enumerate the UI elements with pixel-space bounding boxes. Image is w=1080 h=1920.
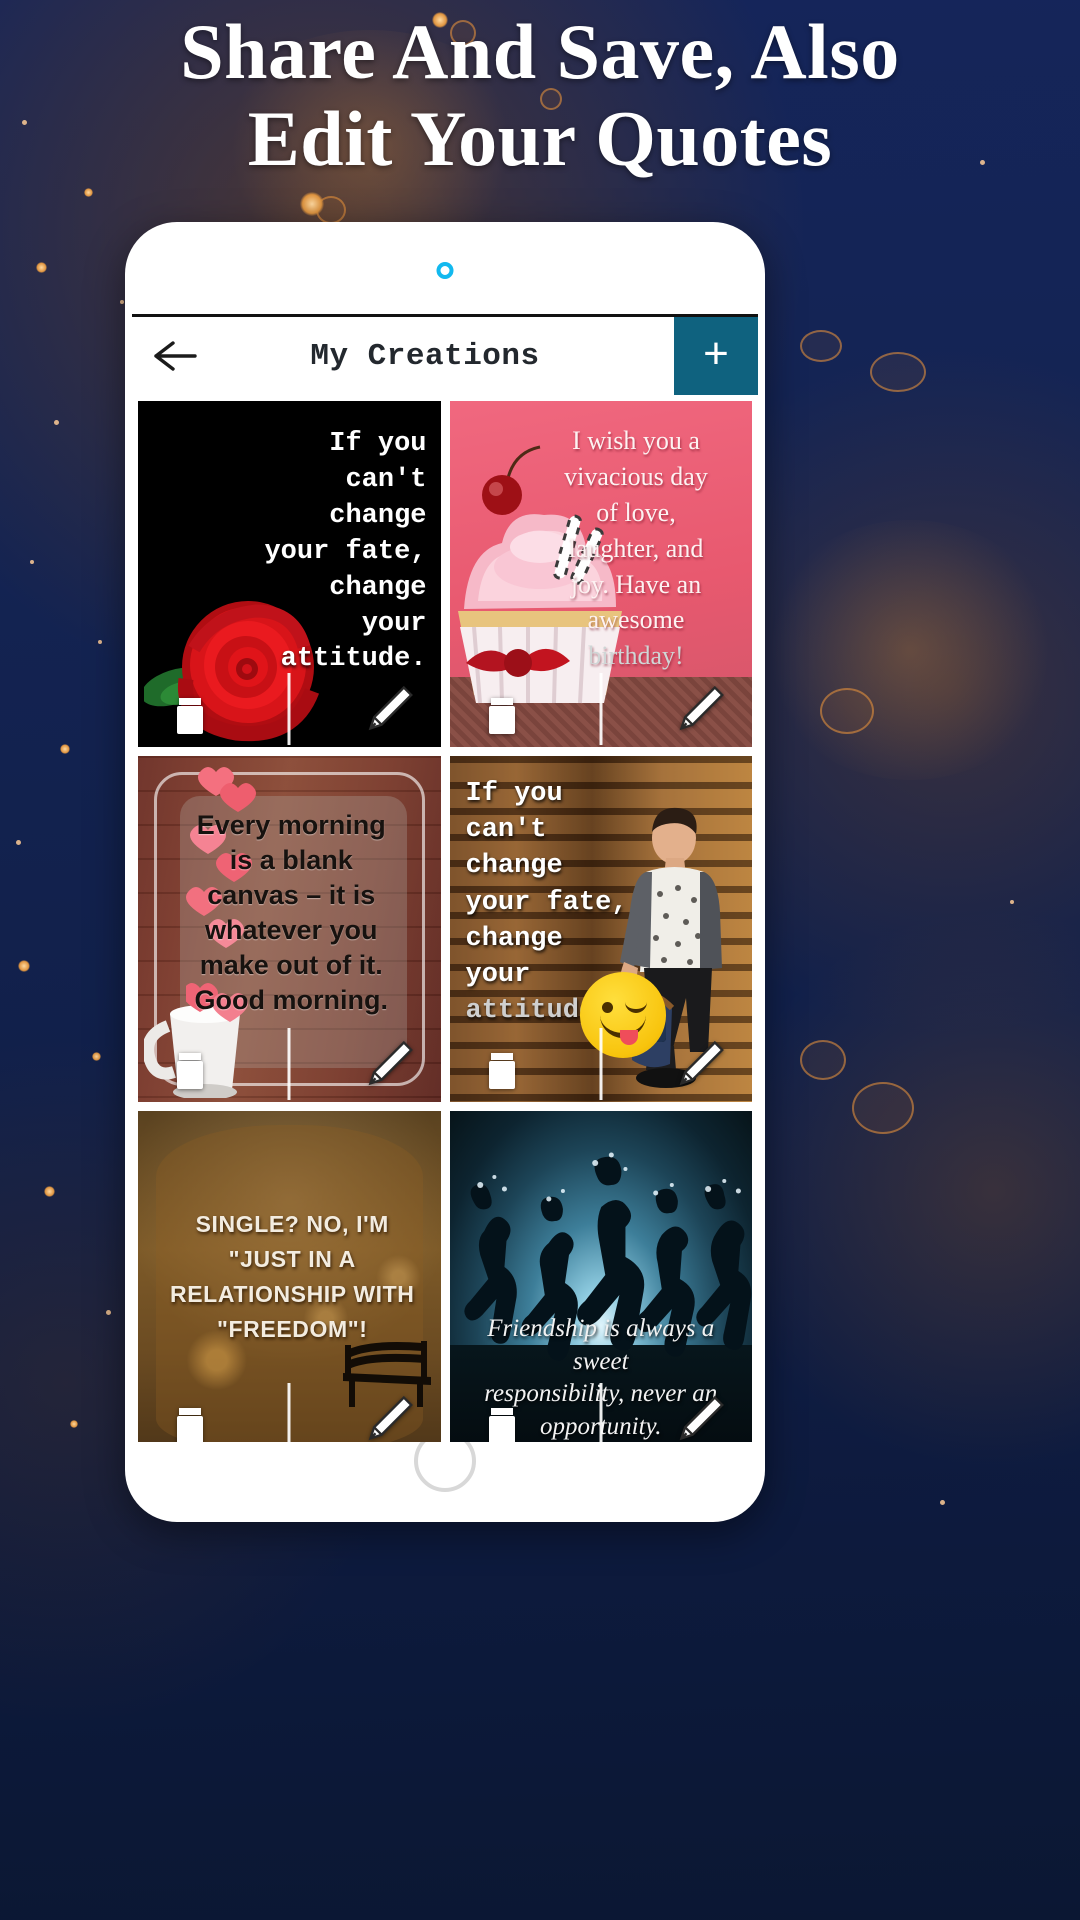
pencil-icon[interactable] bbox=[674, 1390, 726, 1442]
trash-icon[interactable] bbox=[164, 680, 216, 736]
card-actions bbox=[138, 1028, 441, 1102]
quote-line: Every morning bbox=[196, 810, 386, 840]
bokeh-speck bbox=[16, 840, 21, 845]
bokeh-dot bbox=[84, 188, 93, 197]
trash-icon[interactable] bbox=[476, 1035, 528, 1091]
quote-line: Good morning. bbox=[194, 985, 388, 1016]
bokeh-ring bbox=[800, 1040, 846, 1080]
add-creation-button[interactable]: + bbox=[674, 317, 758, 395]
card-actions bbox=[138, 1383, 441, 1442]
creation-card[interactable]: SINGLE? NO, I'M "JUST IN A RELATIONSHIP … bbox=[138, 1111, 441, 1442]
quote-line: SINGLE? NO, I'M bbox=[195, 1211, 389, 1237]
quote-line: attitude. bbox=[280, 644, 427, 675]
bokeh-speck bbox=[120, 300, 124, 304]
bokeh-dot bbox=[92, 1052, 101, 1061]
quote-line: RELATIONSHIP WITH bbox=[170, 1280, 415, 1307]
quote-line: can't bbox=[465, 815, 547, 846]
quote-line: laughter, and bbox=[568, 533, 704, 563]
trash-icon[interactable] bbox=[164, 1035, 216, 1091]
bokeh-speck bbox=[940, 1500, 945, 1505]
bokeh-dot bbox=[18, 960, 30, 972]
bokeh-speck bbox=[30, 560, 34, 564]
trash-icon[interactable] bbox=[476, 1390, 528, 1442]
card-actions bbox=[138, 673, 441, 747]
bokeh-ring bbox=[852, 1082, 914, 1134]
quote-line: "JUST IN A bbox=[228, 1245, 356, 1272]
creation-card[interactable]: Friendship is always a sweet responsibil… bbox=[449, 1111, 753, 1442]
quote-line: birthday! bbox=[588, 641, 684, 671]
quote-line: "FREEDOM"! bbox=[217, 1315, 368, 1342]
quote-line: awesome bbox=[587, 605, 685, 635]
bokeh-speck bbox=[106, 1310, 111, 1315]
quote-line: joy. Have an bbox=[570, 569, 702, 599]
pencil-icon[interactable] bbox=[674, 1035, 726, 1091]
pencil-icon[interactable] bbox=[363, 680, 415, 736]
camera-ring-icon bbox=[436, 262, 454, 279]
phone-screen: My Creations + If you can't change your … bbox=[132, 314, 758, 1442]
quote-line: is a blank bbox=[229, 845, 353, 876]
card-quote: I wish you a vivacious day of love, laug… bbox=[532, 423, 740, 674]
bokeh-dot bbox=[300, 192, 324, 216]
quote-line: your fate, bbox=[465, 887, 628, 918]
quote-line: your bbox=[361, 608, 427, 639]
quote-line: change bbox=[465, 851, 563, 882]
quote-line: If you bbox=[465, 779, 563, 809]
quote-line: your bbox=[465, 959, 531, 990]
quote-line: change bbox=[329, 500, 427, 531]
card-actions bbox=[450, 1028, 753, 1102]
quote-line: If you bbox=[329, 429, 427, 459]
card-quote: Every morning is a blank canvas – it is … bbox=[162, 808, 421, 1019]
quote-line: change bbox=[329, 572, 427, 603]
bokeh-speck bbox=[98, 640, 102, 644]
creation-card[interactable]: Every morning is a blank canvas – it is … bbox=[138, 756, 441, 1102]
app-bar: My Creations + bbox=[132, 317, 758, 395]
bokeh-ring bbox=[800, 330, 842, 362]
quote-line: of love, bbox=[596, 497, 676, 527]
creations-grid: If you can't change your fate, change yo… bbox=[132, 395, 758, 1442]
bokeh-haze bbox=[760, 520, 1060, 780]
headline-line-2: Edit Your Quotes bbox=[247, 95, 833, 183]
creation-card[interactable]: If you can't change your fate, change yo… bbox=[138, 401, 441, 747]
bokeh-dot bbox=[70, 1420, 78, 1428]
card-actions bbox=[450, 1383, 753, 1442]
quote-line: make out of it. bbox=[199, 950, 383, 981]
bokeh-dot bbox=[36, 262, 47, 273]
card-quote: If you can't change your fate, change yo… bbox=[237, 427, 427, 678]
bokeh-speck bbox=[1010, 900, 1014, 904]
pencil-icon[interactable] bbox=[363, 1035, 415, 1091]
card-quote: SINGLE? NO, I'M "JUST IN A RELATIONSHIP … bbox=[166, 1207, 419, 1347]
pencil-icon[interactable] bbox=[674, 680, 726, 736]
phone-mockup: My Creations + If you can't change your … bbox=[125, 222, 765, 1522]
bokeh-ring bbox=[316, 196, 346, 224]
quote-line: can't bbox=[345, 464, 427, 495]
pencil-icon[interactable] bbox=[363, 1390, 415, 1442]
quote-line: vivacious day bbox=[564, 461, 708, 491]
quote-line: change bbox=[465, 923, 563, 954]
bokeh-speck bbox=[54, 420, 59, 425]
card-actions bbox=[450, 673, 753, 747]
bokeh-ring bbox=[870, 352, 926, 392]
quote-line: your fate, bbox=[264, 536, 427, 567]
quote-line: whatever you bbox=[204, 915, 378, 946]
page-title: My Creations bbox=[310, 338, 540, 374]
bokeh-dot bbox=[44, 1186, 55, 1197]
headline-line-1: Share And Save, Also bbox=[180, 8, 900, 95]
creation-card[interactable]: If you can't change your fate, change yo… bbox=[449, 756, 753, 1102]
bokeh-ring bbox=[820, 688, 874, 734]
trash-icon[interactable] bbox=[476, 680, 528, 736]
quote-line: I wish you a bbox=[572, 426, 700, 455]
emoji-wink bbox=[624, 1002, 647, 1013]
quote-line: canvas – it is bbox=[207, 880, 376, 911]
creation-card[interactable]: I wish you a vivacious day of love, laug… bbox=[449, 401, 753, 747]
trash-icon[interactable] bbox=[164, 1390, 216, 1442]
quote-line: Friendship is always a sweet bbox=[487, 1315, 715, 1375]
bokeh-dot bbox=[60, 744, 70, 754]
emoji-eye bbox=[601, 1002, 613, 1013]
promo-headline: Share And Save, Also Edit Your Quotes bbox=[0, 8, 1080, 183]
